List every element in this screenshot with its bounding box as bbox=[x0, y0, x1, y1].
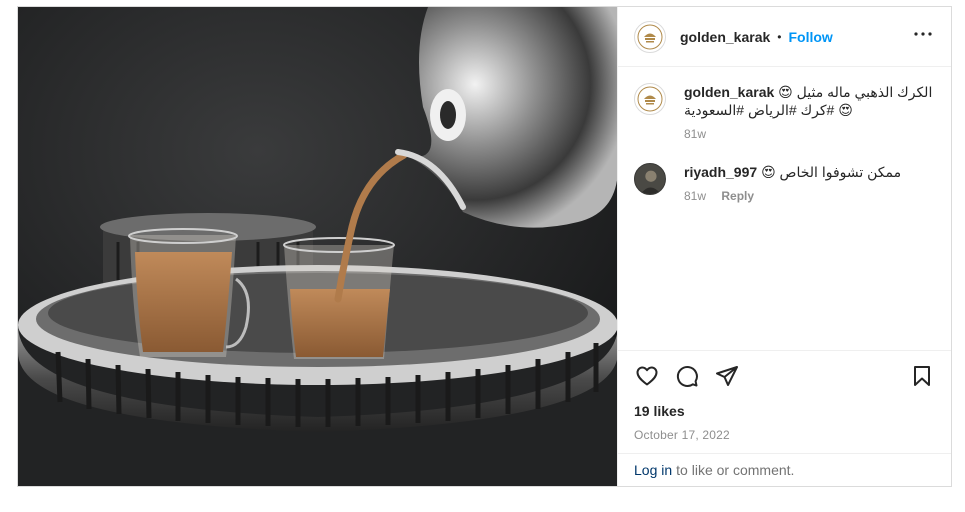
post-dialog: golden_karak • Follow golden_karak الكرك… bbox=[17, 6, 952, 487]
login-link[interactable]: Log in bbox=[634, 462, 672, 478]
post-image[interactable] bbox=[18, 7, 617, 486]
separator-dot: • bbox=[777, 29, 782, 44]
follow-button[interactable]: Follow bbox=[788, 29, 832, 45]
login-prompt: Log in to like or comment. bbox=[618, 453, 951, 486]
heart-icon[interactable] bbox=[634, 363, 660, 389]
post-actions: 19 likes October 17, 2022 bbox=[618, 350, 951, 453]
comment-meta: 81w Reply bbox=[684, 189, 901, 203]
commenter-avatar[interactable] bbox=[634, 163, 666, 195]
comment-username[interactable]: riyadh_997 bbox=[684, 164, 757, 180]
action-icons bbox=[634, 351, 935, 401]
comment-bubble-icon[interactable] bbox=[674, 363, 700, 389]
comment-item: riyadh_997 ممكن تشوفوا الخاص 😍 81w Reply bbox=[634, 163, 935, 203]
caption-text: golden_karak الكرك الذهبي ماله مثيل 😍😍 #… bbox=[684, 83, 935, 119]
golden-karak-logo bbox=[637, 86, 663, 112]
likes-count[interactable]: 19 likes bbox=[634, 403, 935, 419]
post-side-panel: golden_karak • Follow golden_karak الكرك… bbox=[617, 7, 951, 486]
post-header: golden_karak • Follow bbox=[618, 7, 951, 67]
login-suffix: to like or comment. bbox=[676, 462, 795, 478]
caption-author-avatar[interactable] bbox=[634, 83, 666, 115]
caption-meta: 81w bbox=[684, 127, 935, 141]
paper-plane-icon[interactable] bbox=[714, 363, 740, 389]
golden-karak-logo bbox=[637, 24, 663, 49]
riyadh-avatar-image bbox=[635, 164, 665, 194]
caption-username[interactable]: golden_karak bbox=[684, 84, 774, 100]
author-username[interactable]: golden_karak bbox=[680, 29, 770, 45]
bookmark-icon[interactable] bbox=[909, 363, 935, 389]
comment-body: ممكن تشوفوا الخاص 😍 bbox=[761, 164, 902, 180]
comment-age[interactable]: 81w bbox=[684, 189, 706, 203]
caption-item: golden_karak الكرك الذهبي ماله مثيل 😍😍 #… bbox=[634, 83, 935, 141]
more-options-icon[interactable] bbox=[911, 22, 935, 51]
comment-text: riyadh_997 ممكن تشوفوا الخاص 😍 bbox=[684, 163, 901, 181]
post-date[interactable]: October 17, 2022 bbox=[634, 428, 935, 442]
karak-tea-photo bbox=[18, 7, 617, 486]
reply-button[interactable]: Reply bbox=[721, 189, 754, 203]
caption-age[interactable]: 81w bbox=[684, 127, 706, 141]
author-avatar[interactable] bbox=[634, 20, 666, 53]
comments-list: golden_karak الكرك الذهبي ماله مثيل 😍😍 #… bbox=[618, 67, 951, 350]
